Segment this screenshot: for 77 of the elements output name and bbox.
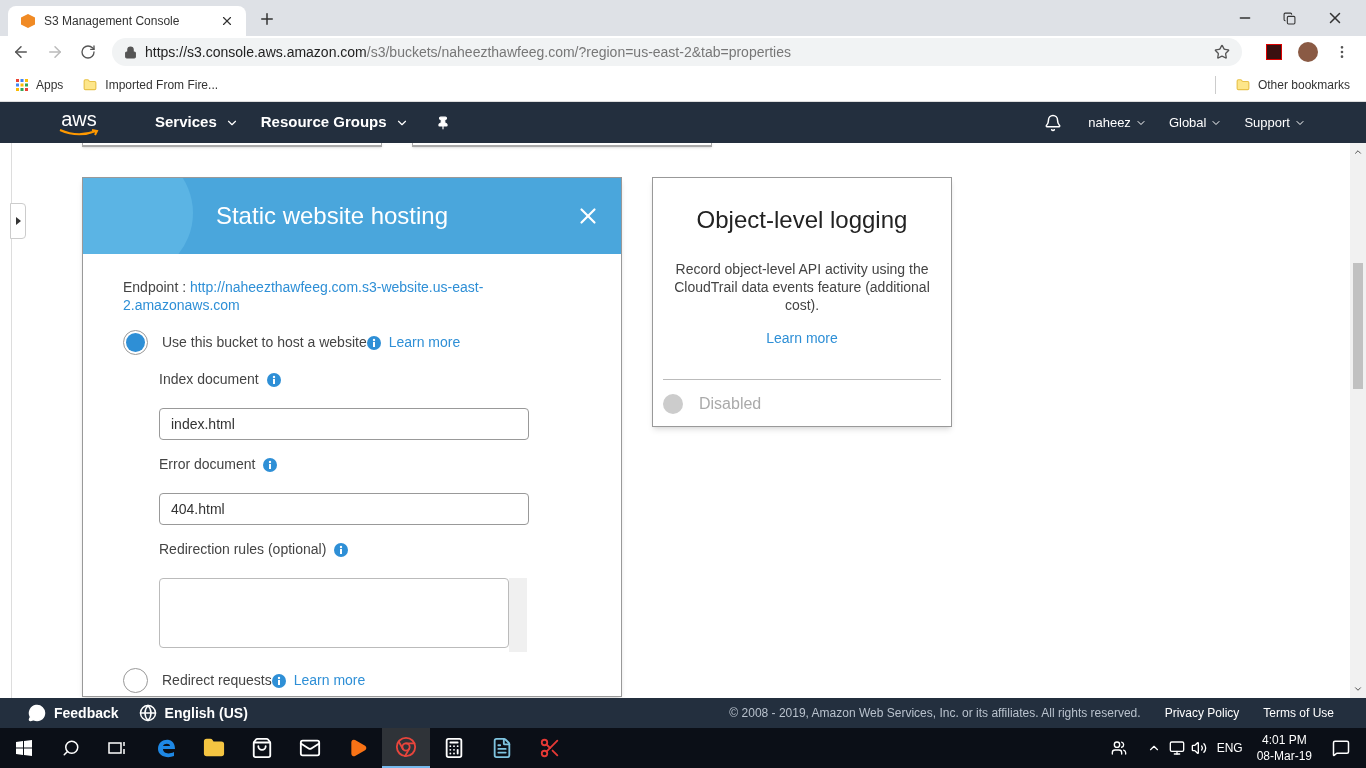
field-label: Index document [159,370,259,389]
new-tab-icon[interactable] [258,10,276,28]
globe-icon [138,704,157,722]
volume-icon[interactable] [1190,740,1207,756]
language-button[interactable]: English (US) [138,702,248,724]
reload-icon[interactable] [80,44,96,60]
envelope-icon [299,737,321,759]
learn-more-link[interactable]: Learn more [766,328,838,349]
apps-grid-icon [16,78,28,91]
info-icon[interactable] [266,372,281,387]
folder-icon [83,77,98,92]
field-label: Error document [159,455,256,474]
task-view-icon[interactable] [108,740,126,756]
footer-link[interactable]: Privacy Policy [1164,704,1240,722]
scroll-down-icon [1353,684,1363,694]
nav-menu[interactable]: Support [1244,112,1306,133]
bookmark[interactable]: Other bookmarks [1235,75,1350,94]
cube-icon [20,13,36,29]
bookmark[interactable]: Apps [16,75,64,94]
play-icon [348,738,368,758]
language-indicator[interactable]: ENG [1216,739,1243,757]
search-icon[interactable] [62,739,80,757]
card-title: Object-level logging [696,205,908,235]
url-text: https://s3.console.aws.amazon.com/s3/buckets/naheezthawfeeg.com/?region=us-east-2&tab=properties [145,42,792,62]
info-icon[interactable] [366,336,381,351]
taskbar-app[interactable] [382,728,430,768]
back-icon[interactable] [12,43,30,61]
status-text: Disabled [699,394,762,414]
chrome-circle-icon [395,736,417,758]
calculator-icon [443,737,465,759]
input-field[interactable]: index.html [159,408,529,440]
tab-title: S3 Management Console [44,13,181,30]
restore-icon[interactable] [1283,11,1296,25]
option-label: Use this bucket to host a website [162,333,367,352]
learn-more-link[interactable]: Learn more [293,670,366,691]
footer-link[interactable]: Terms of Use [1263,704,1334,722]
info-icon[interactable] [263,457,278,472]
feedback-button[interactable]: Feedback [28,702,119,724]
nav-menu[interactable]: naheez [1088,112,1147,133]
radio-button[interactable] [123,668,148,693]
bookmark[interactable]: Imported From Fire... [83,75,219,94]
radio-button[interactable] [123,330,148,355]
learn-more-link[interactable]: Learn more [388,332,461,353]
speech-bubble-icon [28,704,46,722]
address-bar[interactable]: https://s3.console.aws.amazon.com/s3/buckets/naheezthawfeeg.com/?region=us-east-2&tab=properties [112,38,1242,66]
side-panel-toggle[interactable] [10,203,26,239]
aws-logo[interactable]: aws [58,108,100,137]
info-icon[interactable] [334,542,349,557]
folder-icon [1235,77,1250,92]
caret-icon [15,217,21,225]
clock[interactable]: 4:01 PM 08-Mar-19 [1256,732,1312,764]
network-icon[interactable] [1168,740,1185,756]
notification-icon[interactable] [1332,739,1350,757]
option-label: Redirect requests [162,671,272,690]
nav-menu[interactable]: Resource Groups [260,111,409,134]
close-icon[interactable] [220,14,234,28]
people-icon[interactable] [1110,740,1127,756]
card-title: Static website hosting [215,201,449,231]
card-description: Record object-level API activity using the CloudTrail data events feature (additional cost). [673,260,931,314]
field-label: Redirection rules (optional) [159,540,327,559]
windows-logo-icon[interactable] [16,740,32,756]
star-icon[interactable] [1214,44,1230,60]
folder-icon [203,737,225,759]
pin-icon[interactable] [435,115,450,130]
bell-icon[interactable] [1044,113,1063,132]
lock-icon [124,45,137,59]
browser-tab[interactable]: S3 Management Console [8,6,246,36]
info-icon[interactable] [271,674,286,689]
copyright-text: © 2008 - 2019, Amazon Web Services, Inc. or its affiliates. All rights reserved. [729,705,1141,722]
notepad-icon [491,737,513,759]
scroll-up-icon [1353,147,1363,157]
endpoint-text[interactable]: Endpoint : http://naheezthawfeeg.com.s3-website.us-east-2.amazonaws.com [123,278,493,314]
shopping-bag-icon [251,737,273,759]
input-field[interactable]: 404.html [159,493,529,525]
nav-menu[interactable]: Global [1168,112,1223,133]
scissors-icon [539,737,561,759]
nav-menu[interactable]: Services [155,111,239,134]
